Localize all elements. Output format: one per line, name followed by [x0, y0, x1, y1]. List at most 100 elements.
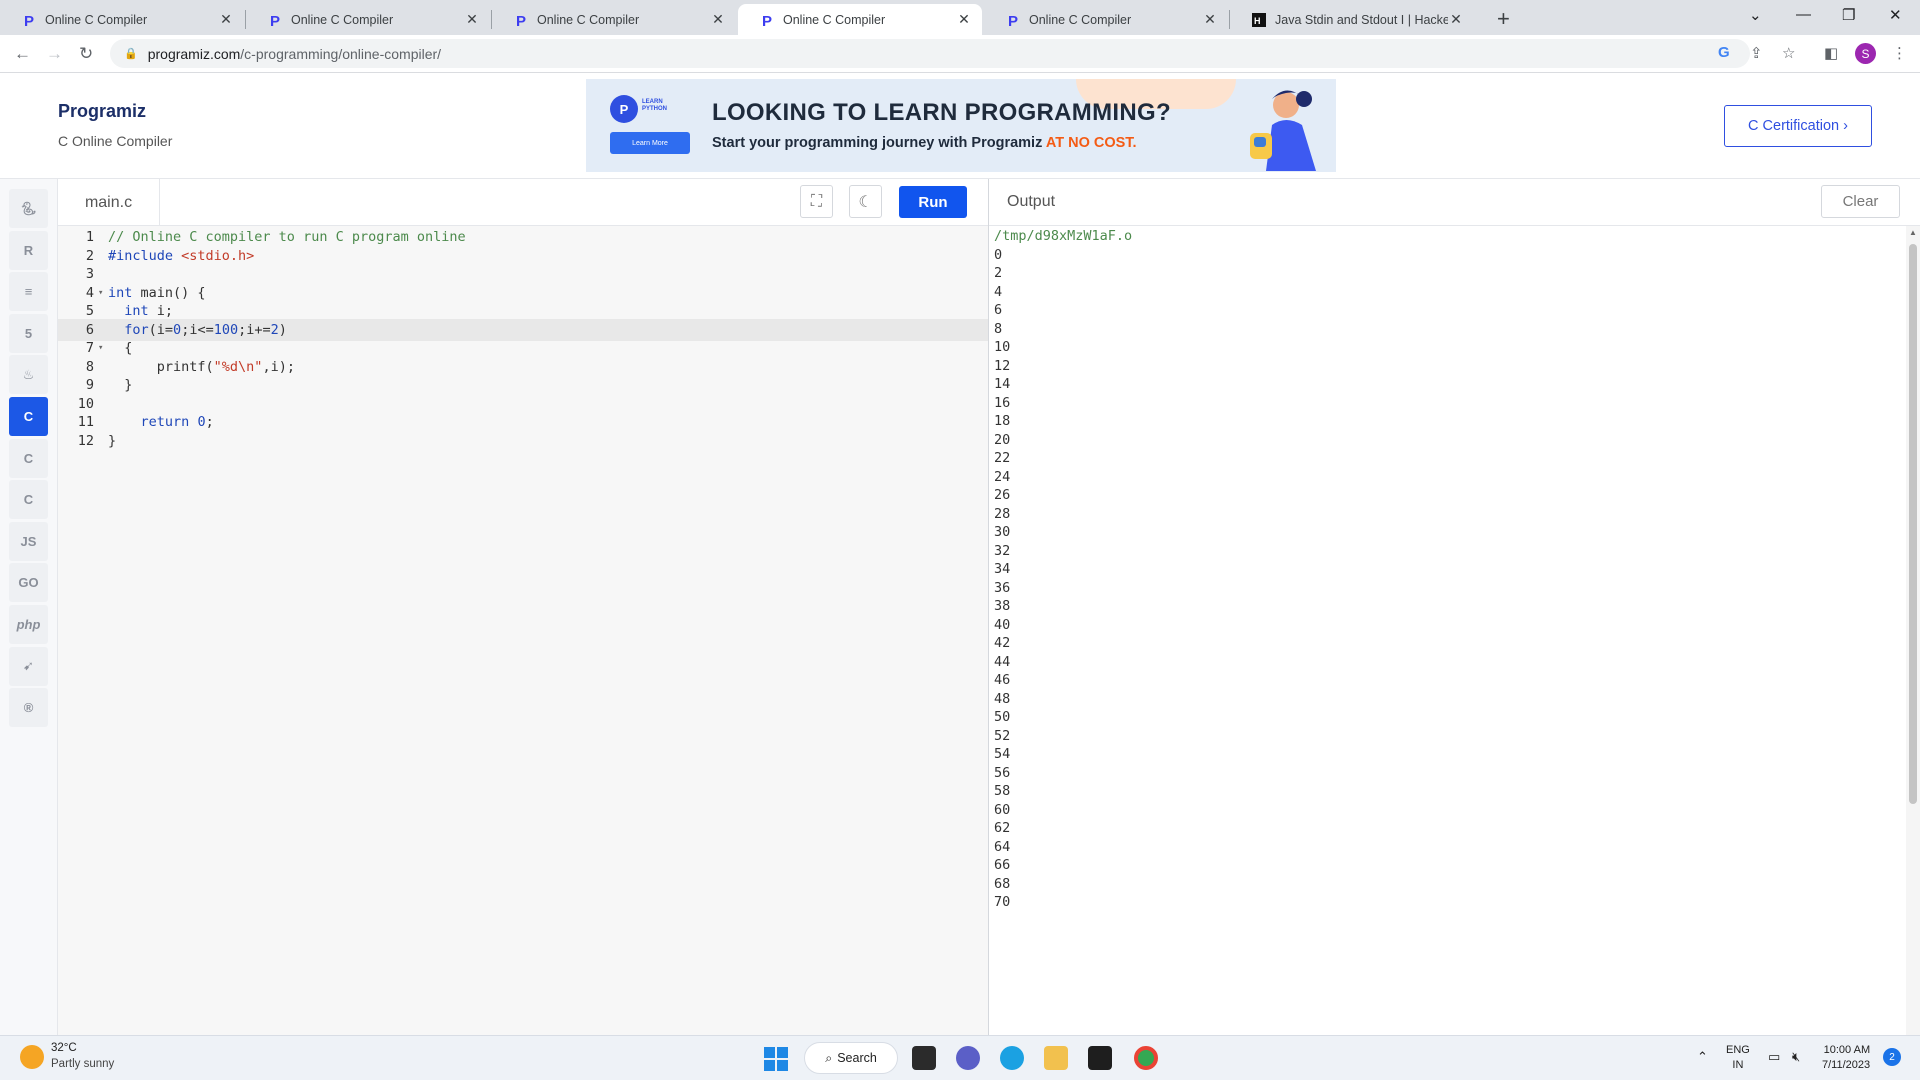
line-number: 11 [77, 414, 94, 431]
language-python-icon[interactable]: 🐍︎ [9, 189, 48, 228]
code-text: } [108, 432, 117, 449]
hackerrank-favicon-icon: H [1252, 12, 1266, 27]
language-csharp-icon[interactable]: C [9, 480, 48, 520]
restore-button[interactable]: ❐ [1842, 6, 1855, 24]
output-line: 52 [994, 727, 1011, 744]
browser-tab[interactable]: P Online C Compiler ✕ [246, 4, 490, 35]
output-line: 68 [994, 875, 1011, 892]
code-editor[interactable]: 1 // Online C compiler to run C program o… [58, 226, 988, 1035]
volume-muted-icon[interactable]: 🔇︎ [1792, 1049, 1800, 1065]
output-line: 58 [994, 783, 1011, 799]
notification-badge[interactable]: 2 [1883, 1048, 1901, 1066]
language-js[interactable]: JS [9, 521, 48, 561]
code-text: } [108, 377, 133, 394]
language-cpp-icon[interactable]: C [9, 438, 48, 478]
weather-temp[interactable]: 32°C [51, 1042, 77, 1054]
fullscreen-icon[interactable]: ⛶ [800, 185, 833, 218]
run-button[interactable]: Run [899, 186, 967, 218]
c-certification-button[interactable]: C Certification › [1724, 105, 1872, 147]
terminal-icon[interactable] [1088, 1046, 1112, 1070]
menu-icon[interactable]: ⋮ [1892, 44, 1907, 62]
reload-icon[interactable]: ↻ [79, 44, 93, 64]
tab-search-icon[interactable]: ⌄ [1749, 6, 1762, 24]
code-line[interactable]: 12} [58, 430, 988, 453]
teams-chat-icon[interactable] [956, 1046, 980, 1070]
badge-line2: PYTHON [642, 106, 668, 112]
profile-avatar[interactable]: S [1855, 43, 1876, 64]
output-line: 14 [994, 376, 1011, 392]
fold-arrow-icon[interactable]: ▾ [98, 343, 108, 353]
programiz-logo[interactable]: Programiz [58, 101, 146, 122]
url-host: programiz.com [147, 45, 241, 62]
language-html-icon[interactable]: 5 [9, 313, 48, 353]
url-field[interactable]: 🔒 programiz.com/c-programming/online-com… [110, 39, 1750, 68]
svg-text:P: P [270, 13, 280, 27]
output-line: 28 [994, 505, 1011, 522]
system-clock[interactable]: 10:00 AM 7/11/2023 [1822, 1043, 1870, 1073]
tagline-text: Start your programming journey with Prog… [712, 135, 1046, 151]
tab-title: Online C Compiler [45, 12, 148, 27]
language-rust-icon[interactable]: ® [9, 688, 48, 728]
share-icon[interactable]: ⇪ [1750, 44, 1763, 62]
clock-date: 7/11/2023 [1822, 1059, 1871, 1071]
browser-tab[interactable]: H Java Stdin and Stdout I | HackerR ✕ [1230, 4, 1474, 35]
language-sql-icon[interactable]: ≡ [9, 272, 48, 312]
language-swift-icon[interactable]: ➹ [9, 646, 48, 686]
weather-description[interactable]: Partly sunny [51, 1058, 114, 1070]
close-window-button[interactable]: ✕ [1889, 6, 1902, 24]
clear-button[interactable]: Clear [1821, 185, 1900, 218]
browser-tab[interactable]: P Online C Compiler ✕ [492, 4, 736, 35]
tab-close-icon[interactable]: ✕ [1202, 11, 1218, 28]
language-go[interactable]: GO [9, 563, 48, 603]
output-scrollbar[interactable]: ▲ [1906, 226, 1920, 1035]
language-indicator[interactable]: ENG IN [1726, 1043, 1750, 1073]
back-icon[interactable]: ← [14, 44, 31, 64]
chrome-icon[interactable] [1134, 1046, 1158, 1070]
edge-icon[interactable] [1000, 1046, 1024, 1070]
output-line: 42 [994, 635, 1011, 651]
browser-tab[interactable]: P Online C Compiler ✕ [738, 4, 982, 35]
browser-tab-bar: P Online C Compiler ✕ P Online C Compiler ✕ P O… [0, 0, 1920, 35]
show-hidden-icons[interactable]: ⌃ [1697, 1049, 1708, 1065]
line-number: 9 [85, 377, 94, 394]
output-toolbar: Output Clear [989, 179, 1920, 226]
google-lens-icon[interactable]: G [1718, 44, 1730, 61]
file-explorer-icon[interactable] [1044, 1046, 1068, 1070]
taskbar-search[interactable]: ⌕ Search [804, 1042, 898, 1074]
tab-close-icon[interactable]: ✕ [956, 11, 972, 28]
tab-title: Online C Compiler [783, 12, 886, 27]
output-line: 22 [994, 450, 1011, 466]
language-java-icon[interactable]: ♨ [9, 355, 48, 395]
weather-sun-icon[interactable] [20, 1045, 44, 1069]
fold-arrow-icon[interactable]: ▾ [98, 288, 108, 298]
forward-icon[interactable]: → [46, 44, 63, 64]
language-php[interactable]: php [9, 605, 48, 644]
badge-text: LEARN PYTHON [642, 99, 667, 113]
output-line: 56 [994, 764, 1011, 781]
tab-close-icon[interactable]: ✕ [464, 11, 480, 28]
new-tab-button[interactable]: + [1497, 6, 1510, 32]
learner-illustration [1250, 90, 1316, 171]
side-panel-icon[interactable]: ◧ [1824, 44, 1838, 62]
scroll-thumb[interactable] [1909, 244, 1917, 804]
start-menu-icon[interactable] [764, 1047, 788, 1071]
learn-more-button[interactable]: Learn More [610, 132, 690, 154]
scroll-up-icon[interactable]: ▲ [1909, 228, 1917, 237]
task-view-icon[interactable] [912, 1046, 936, 1070]
output-line: 10 [994, 339, 1011, 355]
tab-close-icon[interactable]: ✕ [218, 11, 234, 28]
tab-close-icon[interactable]: ✕ [1448, 11, 1464, 28]
language-r-icon[interactable]: R [9, 230, 48, 270]
bookmark-star-icon[interactable]: ☆ [1782, 44, 1795, 62]
dark-mode-icon[interactable]: ☾ [849, 185, 882, 218]
file-tab-main-c[interactable]: main.c [58, 179, 160, 226]
browser-tab[interactable]: P Online C Compiler ✕ [0, 4, 244, 35]
tab-close-icon[interactable]: ✕ [710, 11, 726, 28]
output-line: 40 [994, 616, 1011, 633]
site-header: Programiz C Online Compiler P LEARN PYTH… [0, 73, 1920, 179]
language-c-icon[interactable]: C [9, 397, 48, 436]
browser-tab[interactable]: P Online C Compiler ✕ [984, 4, 1228, 35]
ad-banner[interactable]: P LEARN PYTHON Learn More LOOKING TO LEA… [586, 79, 1336, 172]
minimize-button[interactable]: — [1796, 6, 1811, 23]
network-icon[interactable]: ▭ [1768, 1049, 1780, 1065]
